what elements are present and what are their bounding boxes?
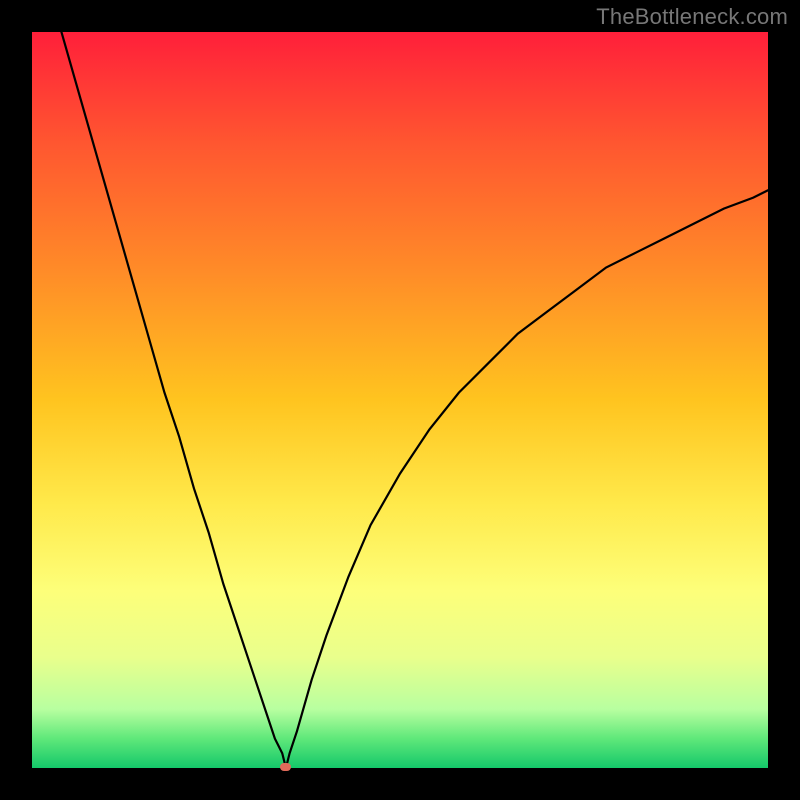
watermark-text: TheBottleneck.com: [596, 4, 788, 30]
chart-frame: TheBottleneck.com: [0, 0, 800, 800]
bottleneck-curve-left: [61, 32, 285, 768]
min-marker: [280, 763, 291, 771]
plot-area: [32, 32, 768, 768]
bottleneck-curve-right: [286, 190, 768, 768]
curve-svg: [32, 32, 768, 768]
